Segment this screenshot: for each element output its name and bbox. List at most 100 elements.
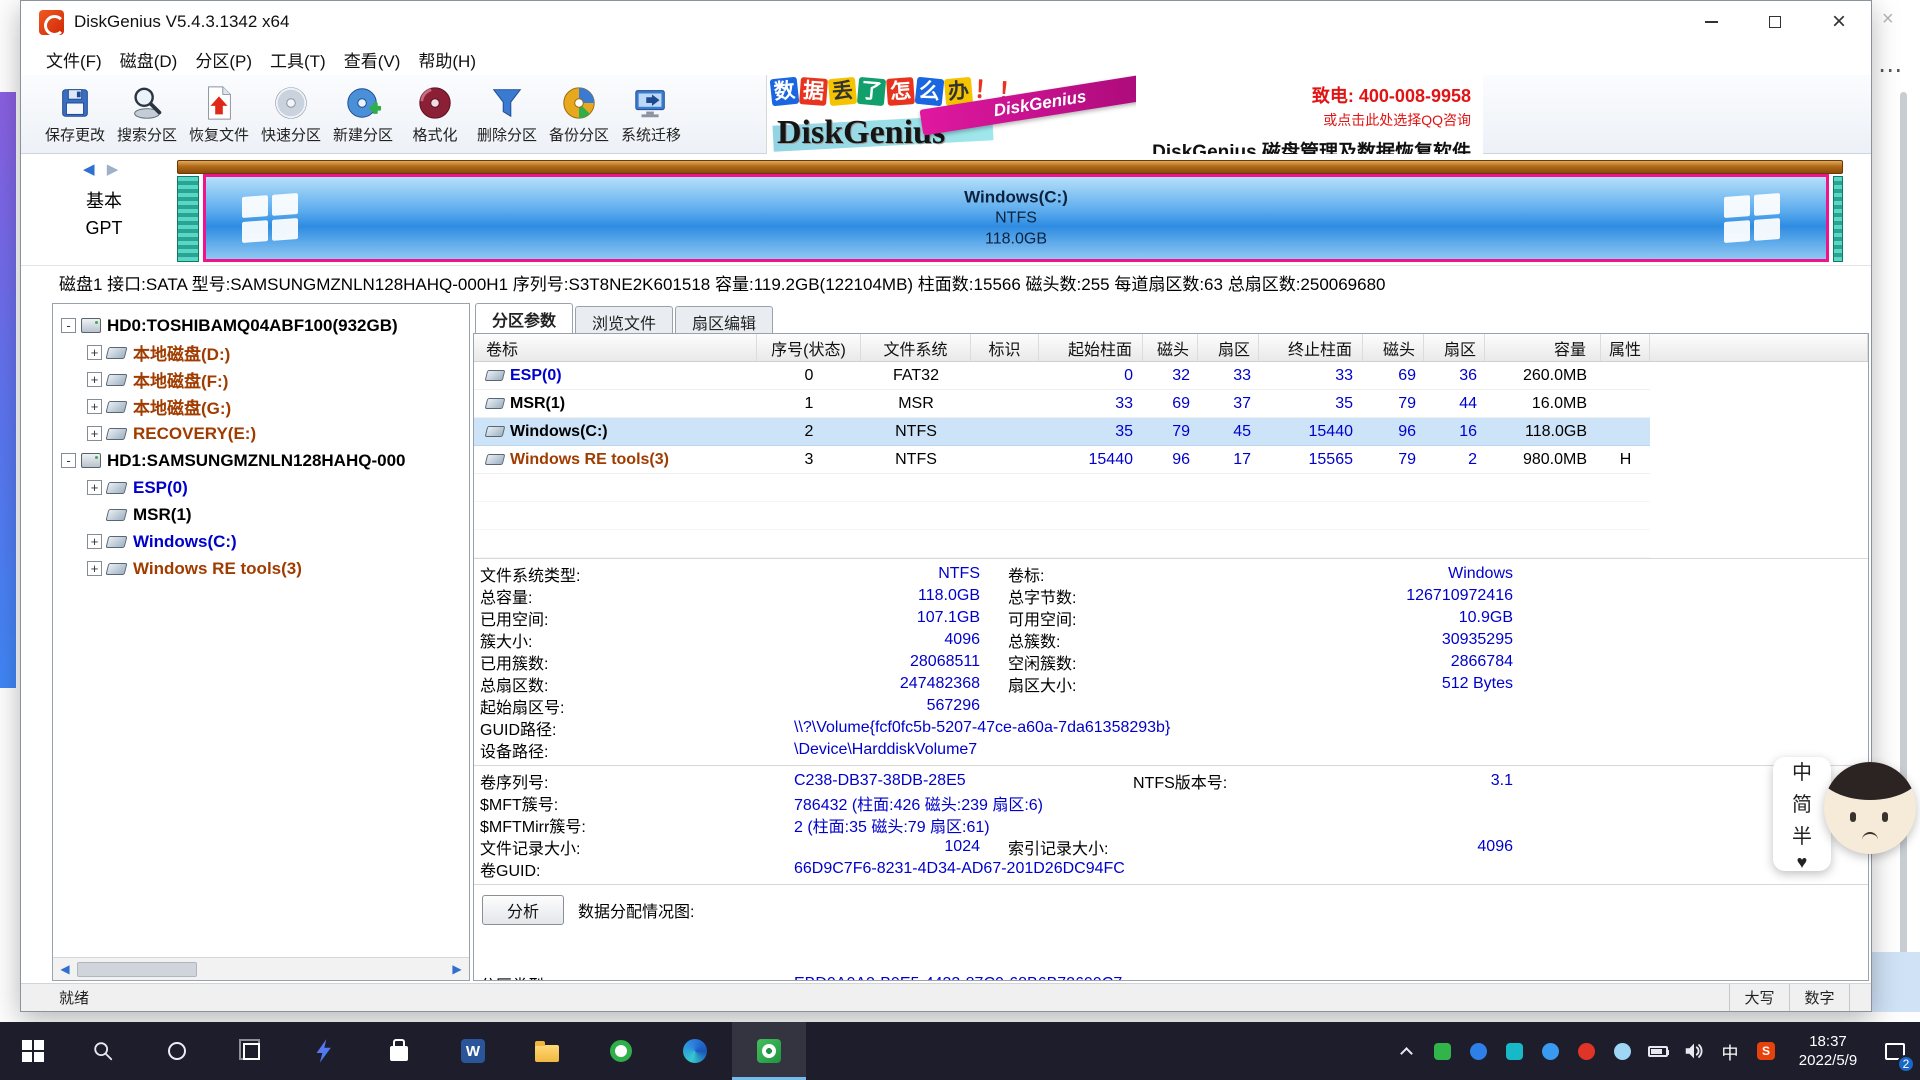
header-start-sector[interactable]: 扇区 xyxy=(1198,334,1259,361)
header-start-head[interactable]: 磁头 xyxy=(1143,334,1198,361)
tree-item-hd1[interactable]: -HD1:SAMSUNGMZNLN128HAHQ-000 xyxy=(53,447,469,474)
ime-floating-toolbar[interactable]: 中 简 半 ♥ xyxy=(1773,757,1831,871)
header-volume-label[interactable]: 卷标 xyxy=(474,334,757,361)
menu-partition[interactable]: 分区(P) xyxy=(186,43,261,76)
tray-icon-blue[interactable] xyxy=(1460,1022,1496,1080)
backup-partition-button[interactable]: 备份分区 xyxy=(543,75,615,153)
taskbar-app-explorer[interactable] xyxy=(510,1022,584,1080)
map-prev-icon[interactable]: ◀ xyxy=(83,161,95,178)
header-end-cylinder[interactable]: 终止柱面 xyxy=(1259,334,1363,361)
menu-help[interactable]: 帮助(H) xyxy=(409,43,485,76)
header-attr[interactable]: 属性 xyxy=(1601,334,1650,361)
taskbar-app-edge[interactable] xyxy=(658,1022,732,1080)
header-filesystem[interactable]: 文件系统 xyxy=(861,334,971,361)
expand-icon[interactable]: + xyxy=(87,399,102,414)
minimize-button[interactable] xyxy=(1679,1,1743,43)
taskbar-app-store[interactable] xyxy=(362,1022,436,1080)
search-partition-button[interactable]: 搜索分区 xyxy=(111,75,183,153)
expand-icon[interactable]: + xyxy=(87,561,102,576)
taskbar-search-button[interactable] xyxy=(66,1022,140,1080)
collapse-icon[interactable]: - xyxy=(61,453,76,468)
header-flag[interactable]: 标识 xyxy=(971,334,1039,361)
recover-files-button[interactable]: 恢复文件 xyxy=(183,75,255,153)
hidden-icons-button[interactable] xyxy=(1388,1022,1424,1080)
new-partition-button[interactable]: 新建分区 xyxy=(327,75,399,153)
expand-icon[interactable]: + xyxy=(87,426,102,441)
ime-mode-chinese[interactable]: 中 xyxy=(1792,756,1812,785)
heart-icon[interactable]: ♥ xyxy=(1797,852,1808,873)
start-button[interactable] xyxy=(0,1022,66,1080)
quick-partition-button[interactable]: 快速分区 xyxy=(255,75,327,153)
ime-mode-halfwidth[interactable]: 半 xyxy=(1792,820,1812,849)
scrollbar-thumb[interactable] xyxy=(77,962,197,977)
action-center-button[interactable]: 2 xyxy=(1872,1022,1918,1080)
header-end-sector[interactable]: 扇区 xyxy=(1424,334,1485,361)
taskbar-app-diskgenius[interactable] xyxy=(732,1022,806,1080)
tree-horizontal-scrollbar[interactable]: ◀ ▶ xyxy=(53,957,469,980)
analyze-button[interactable]: 分析 xyxy=(482,895,564,925)
resize-grip[interactable] xyxy=(1849,984,1871,1011)
tree-item-recovery-e[interactable]: +RECOVERY(E:) xyxy=(53,420,469,447)
tab-sector-edit[interactable]: 扇区编辑 xyxy=(675,306,773,333)
ad-qq-link[interactable]: 或点击此处选择QQ咨询 xyxy=(1152,110,1471,130)
taskbar-app-word[interactable]: W xyxy=(436,1022,510,1080)
ime-language-indicator[interactable]: 中 xyxy=(1712,1022,1748,1080)
menu-disk[interactable]: 磁盘(D) xyxy=(111,43,187,76)
delete-partition-button[interactable]: 删除分区 xyxy=(471,75,543,153)
tray-icon-lightblue[interactable] xyxy=(1532,1022,1568,1080)
taskbar-app-thunder[interactable] xyxy=(288,1022,362,1080)
expand-icon[interactable]: + xyxy=(87,372,102,387)
maximize-button[interactable] xyxy=(1743,1,1807,43)
taskbar-clock[interactable]: 18:37 2022/5/9 xyxy=(1784,1032,1872,1070)
tree-item-local-d[interactable]: +本地磁盘(D:) xyxy=(53,339,469,366)
map-next-icon[interactable]: ▶ xyxy=(107,161,119,178)
tray-icon-red[interactable] xyxy=(1568,1022,1604,1080)
tab-browse-files[interactable]: 浏览文件 xyxy=(575,306,673,333)
tab-partition-params[interactable]: 分区参数 xyxy=(475,303,573,333)
mascot-avatar[interactable] xyxy=(1824,762,1916,854)
scroll-right-icon[interactable]: ▶ xyxy=(445,962,469,976)
tree-item-local-f[interactable]: +本地磁盘(F:) xyxy=(53,366,469,393)
volume-indicator[interactable] xyxy=(1676,1022,1712,1080)
partition-box-windows-c[interactable]: Windows(C:) NTFS 118.0GB xyxy=(203,174,1829,262)
table-row-esp[interactable]: ESP(0) 0 FAT32 0 32 33 33 69 36 260.0MB xyxy=(474,362,1650,390)
collapse-icon[interactable]: - xyxy=(61,318,76,333)
tray-icon-snow[interactable] xyxy=(1604,1022,1640,1080)
table-row-windows-c[interactable]: Windows(C:) 2 NTFS 35 79 45 15440 96 16 … xyxy=(474,418,1650,446)
tray-icon-teal[interactable] xyxy=(1496,1022,1532,1080)
header-seq-status[interactable]: 序号(状态) xyxy=(757,334,861,361)
menu-tools[interactable]: 工具(T) xyxy=(261,43,335,76)
table-row-msr[interactable]: MSR(1) 1 MSR 33 69 37 35 79 44 16.0MB xyxy=(474,390,1650,418)
partition-sliver-re-tools[interactable] xyxy=(1833,176,1843,262)
table-row-windows-re[interactable]: Windows RE tools(3) 3 NTFS 15440 96 17 1… xyxy=(474,446,1650,474)
partition-sliver-esp-msr[interactable] xyxy=(177,176,199,262)
close-button[interactable]: × xyxy=(1807,1,1871,43)
taskbar-app-green[interactable] xyxy=(584,1022,658,1080)
overflow-menu-icon[interactable]: ⋯ xyxy=(1878,56,1903,85)
tree-item-esp[interactable]: +ESP(0) xyxy=(53,474,469,501)
menu-view[interactable]: 查看(V) xyxy=(335,43,410,76)
menu-file[interactable]: 文件(F) xyxy=(37,43,111,76)
save-changes-button[interactable]: 保存更改 xyxy=(39,75,111,153)
tree-item-hd0[interactable]: -HD0:TOSHIBAMQ04ABF100(932GB) xyxy=(53,312,469,339)
expand-icon[interactable]: + xyxy=(87,534,102,549)
tray-icon-green[interactable] xyxy=(1424,1022,1460,1080)
tree-item-msr[interactable]: MSR(1) xyxy=(53,501,469,528)
cortana-button[interactable] xyxy=(140,1022,214,1080)
battery-indicator[interactable] xyxy=(1640,1022,1676,1080)
format-button[interactable]: 格式化 xyxy=(399,75,471,153)
expand-icon[interactable]: + xyxy=(87,480,102,495)
tree-item-windows-c[interactable]: +Windows(C:) xyxy=(53,528,469,555)
expand-icon[interactable]: + xyxy=(87,345,102,360)
ad-banner[interactable]: 数 据 丢 了 怎 么 办 ！！ DiskGenius DiskGenius 致… xyxy=(766,75,1483,154)
sogou-tray-icon[interactable]: S xyxy=(1748,1022,1784,1080)
header-end-head[interactable]: 磁头 xyxy=(1363,334,1424,361)
system-migration-button[interactable]: 系统迁移 xyxy=(615,75,687,153)
ime-mode-simplified[interactable]: 简 xyxy=(1792,788,1812,817)
header-capacity[interactable]: 容量 xyxy=(1485,334,1601,361)
disk-bar[interactable] xyxy=(177,160,1843,174)
tree-item-local-g[interactable]: +本地磁盘(G:) xyxy=(53,393,469,420)
scroll-left-icon[interactable]: ◀ xyxy=(53,962,77,976)
task-view-button[interactable] xyxy=(214,1022,288,1080)
diskgenius-app-icon[interactable] xyxy=(39,10,64,35)
